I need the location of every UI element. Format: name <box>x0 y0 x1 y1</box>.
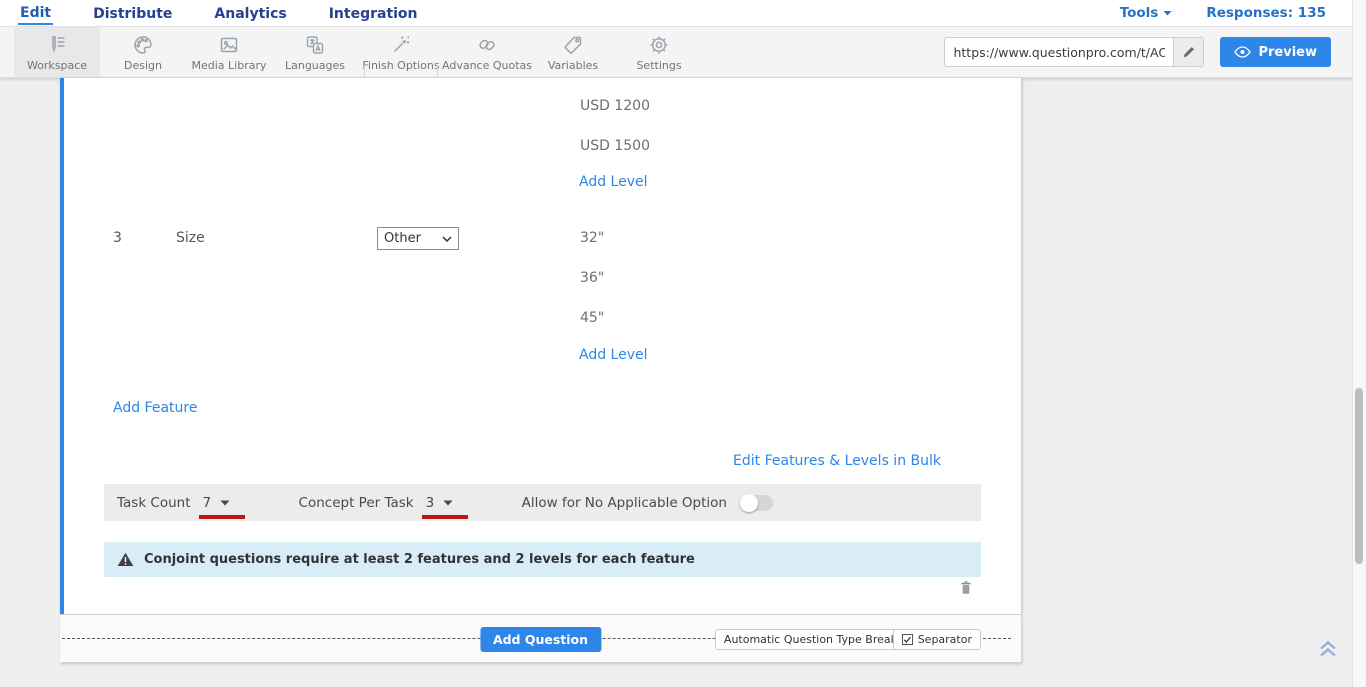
toolbar-label: Finish Options <box>362 59 439 72</box>
survey-url-input[interactable] <box>945 38 1173 66</box>
toolbar-label: Variables <box>548 59 598 72</box>
toolbar-label: Design <box>124 59 162 72</box>
warning-icon <box>117 552 134 567</box>
languages-icon <box>303 33 327 57</box>
feature-name[interactable]: Size <box>176 230 205 246</box>
level-text[interactable]: USD 1500 <box>580 138 650 154</box>
toolbar-item-workspace[interactable]: Workspace <box>14 27 100 77</box>
toolbar-items: Workspace Design <box>0 27 702 77</box>
validation-underline <box>199 515 245 519</box>
toolbar-label: Advance Quotas <box>442 59 532 72</box>
toolbar-item-languages[interactable]: Languages <box>272 27 358 77</box>
variables-icon <box>561 33 585 57</box>
toolbar-item-media-library[interactable]: Media Library <box>186 27 272 77</box>
level-text[interactable]: 36" <box>580 270 604 286</box>
survey-url-group <box>944 37 1204 67</box>
concept-per-task-label: Concept Per Task <box>299 495 414 511</box>
level-text[interactable]: USD 1200 <box>580 98 650 114</box>
feature-type-select[interactable]: Other <box>377 227 459 250</box>
preview-label: Preview <box>1258 45 1317 60</box>
chevron-down-icon <box>1163 10 1172 16</box>
level-text[interactable]: 45" <box>580 310 604 326</box>
chevron-down-icon <box>442 236 452 242</box>
tab-distribute[interactable]: Distribute <box>91 3 174 24</box>
concept-per-task-value: 3 <box>426 495 435 511</box>
questionpro-survey-editor: Edit Distribute Analytics Integration To… <box>0 0 1366 687</box>
warning-text: Conjoint questions require at least 2 fe… <box>144 552 695 567</box>
tab-analytics[interactable]: Analytics <box>212 3 288 24</box>
toolbar-item-settings[interactable]: Settings <box>616 27 702 77</box>
selected-question-accent-bar <box>60 78 64 614</box>
page-scrollbar-thumb[interactable] <box>1355 388 1363 564</box>
separator-label: Separator <box>918 633 972 646</box>
tab-edit[interactable]: Edit <box>18 2 53 25</box>
scroll-to-top-button[interactable] <box>1316 638 1340 660</box>
validation-underline <box>422 515 468 519</box>
task-count-value: 7 <box>203 495 212 511</box>
media-library-icon <box>217 33 241 57</box>
page-scrollbar-track[interactable] <box>1352 0 1366 687</box>
advance-quotas-icon <box>475 33 499 57</box>
task-count-label: Task Count <box>117 495 191 511</box>
responses-count[interactable]: Responses: 135 <box>1206 5 1326 21</box>
top-nav-right: Tools Responses: 135 <box>1120 5 1366 21</box>
edit-url-button[interactable] <box>1173 37 1203 67</box>
auto-question-type-break-pill[interactable]: Automatic Question Type Break <box>715 629 906 650</box>
feature-index: 3 <box>113 230 122 246</box>
separator-checkbox-pill[interactable]: Separator <box>893 629 981 650</box>
no-applicable-option-toggle[interactable] <box>741 495 773 511</box>
add-level-link[interactable]: Add Level <box>579 347 648 363</box>
toolbar-right: Preview <box>944 27 1366 77</box>
checkbox-checked-icon <box>902 634 913 645</box>
eye-icon <box>1234 46 1251 58</box>
toolbar-label: Media Library <box>192 59 267 72</box>
settings-icon <box>647 33 671 57</box>
toolbar-label: Workspace <box>27 59 87 72</box>
level-text[interactable]: 32" <box>580 230 604 246</box>
trash-icon <box>956 578 976 598</box>
no-applicable-option-label: Allow for No Applicable Option <box>522 495 727 511</box>
tools-label: Tools <box>1120 5 1159 21</box>
toolbar-item-finish-options[interactable]: Finish Options <box>358 27 444 77</box>
workspace-icon <box>45 33 69 57</box>
auto-break-label: Automatic Question Type Break <box>724 633 897 646</box>
chevron-down-icon <box>443 500 453 506</box>
conjoint-question-panel: USD 1200 USD 1500 Add Level 3 Size Other… <box>60 78 1021 614</box>
double-chevron-up-icon <box>1316 638 1340 660</box>
conjoint-settings-bar: Task Count 7 Concept Per Task 3 Allow fo… <box>104 484 981 521</box>
add-question-button[interactable]: Add Question <box>480 627 601 652</box>
conjoint-warning-banner: Conjoint questions require at least 2 fe… <box>104 542 981 577</box>
finish-options-icon <box>389 33 413 57</box>
feature-type-selected-value: Other <box>384 231 421 246</box>
add-level-link[interactable]: Add Level <box>579 174 648 190</box>
toggle-knob <box>740 494 758 512</box>
chevron-down-icon <box>220 500 230 506</box>
add-question-strip: Add Question Automatic Question Type Bre… <box>60 615 1021 662</box>
pencil-icon <box>1182 45 1196 59</box>
toolbar-label: Languages <box>285 59 345 72</box>
editor-toolbar: Workspace Design <box>0 27 1366 78</box>
top-navigation: Edit Distribute Analytics Integration To… <box>0 0 1366 27</box>
design-icon <box>131 33 155 57</box>
delete-question-button[interactable] <box>956 578 978 598</box>
edit-bulk-link[interactable]: Edit Features & Levels in Bulk <box>733 453 941 469</box>
toolbar-item-variables[interactable]: Variables <box>530 27 616 77</box>
preview-button[interactable]: Preview <box>1220 37 1331 67</box>
toolbar-label: Settings <box>636 59 681 72</box>
toolbar-item-design[interactable]: Design <box>100 27 186 77</box>
top-nav-tabs: Edit Distribute Analytics Integration <box>0 2 420 25</box>
toolbar-item-advance-quotas[interactable]: Advance Quotas <box>444 27 530 77</box>
tab-integration[interactable]: Integration <box>327 3 420 24</box>
tools-dropdown[interactable]: Tools <box>1120 5 1173 21</box>
task-count-dropdown[interactable]: 7 <box>203 495 237 511</box>
add-feature-link[interactable]: Add Feature <box>113 400 197 416</box>
concept-per-task-dropdown[interactable]: 3 <box>426 495 460 511</box>
